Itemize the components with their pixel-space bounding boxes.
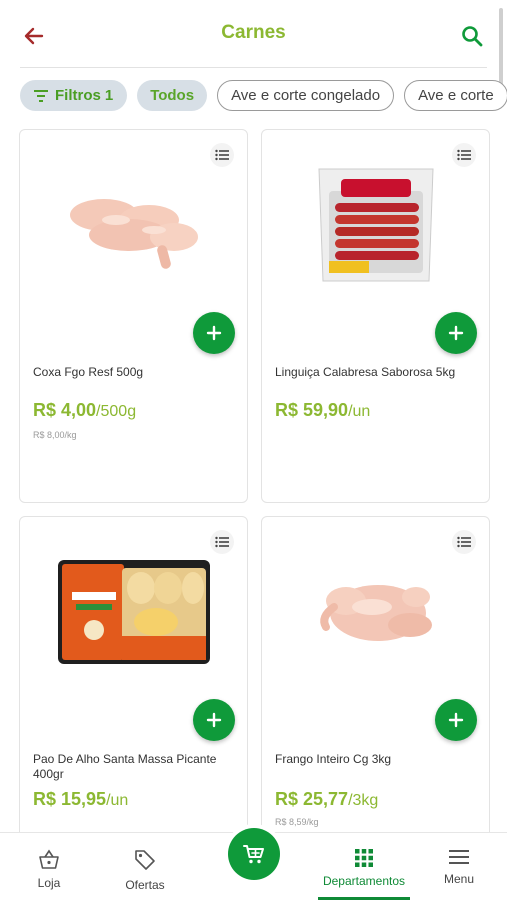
scrollbar[interactable]: [499, 8, 503, 88]
nav-label: Menu: [443, 872, 475, 886]
chip-ave-e-corte[interactable]: Ave e corte: [404, 80, 507, 111]
product-price: R$ 4,00/500g: [33, 400, 136, 421]
plus-icon: [206, 712, 222, 728]
product-image-whole-chicken[interactable]: [292, 547, 460, 677]
product-card[interactable]: Linguiça Calabresa Saborosa 5kg R$ 59,90…: [261, 129, 490, 503]
header-divider: [20, 67, 487, 68]
cart-button[interactable]: [228, 828, 280, 880]
filter-chips: Filtros 1 Todos Ave e corte congelado Av…: [20, 80, 507, 112]
chip-todos[interactable]: Todos: [137, 80, 208, 111]
filter-icon: [34, 89, 48, 102]
price-value: R$ 15,95: [33, 789, 107, 809]
plus-icon: [448, 712, 464, 728]
nav-item-menu[interactable]: Menu: [436, 833, 482, 900]
price-value: R$ 25,77: [275, 789, 349, 809]
add-to-cart-button[interactable]: [435, 699, 477, 741]
nav-item-loja[interactable]: Loja: [22, 833, 76, 900]
chip-ave-e-corte-congelado[interactable]: Ave e corte congelado: [217, 80, 395, 111]
filters-chip[interactable]: Filtros 1: [20, 80, 128, 111]
list-icon: [215, 536, 229, 548]
grid-icon: [355, 849, 373, 867]
basket-icon: [39, 849, 59, 869]
product-price: R$ 15,95/un: [33, 789, 128, 810]
product-name[interactable]: Frango Inteiro Cg 3kg: [275, 752, 475, 767]
unit-price: R$ 8,00/kg: [33, 430, 77, 440]
cart-icon: [243, 845, 264, 864]
unit-price: R$ 8,59/kg: [275, 817, 319, 827]
add-to-cart-button[interactable]: [435, 312, 477, 354]
product-image-garlic-bread[interactable]: [56, 547, 212, 677]
app: Carnes Filtros 1 Todos Ave e corte conge…: [0, 0, 507, 900]
top-bar: Carnes: [0, 0, 507, 68]
product-name[interactable]: Pao De Alho Santa Massa Picante 400gr: [33, 752, 233, 782]
add-to-cart-button[interactable]: [193, 312, 235, 354]
nav-label: Departamentos: [322, 874, 406, 888]
product-price: R$ 59,90/un: [275, 400, 370, 421]
tag-icon: [135, 850, 155, 870]
product-price: R$ 25,77/3kg: [275, 789, 378, 810]
price-unit: /un: [106, 792, 129, 809]
filters-chip-label: Filtros: [55, 87, 101, 104]
nav-label: Ofertas: [125, 878, 165, 892]
price-unit: /3kg: [348, 792, 379, 809]
product-name[interactable]: Coxa Fgo Resf 500g: [33, 365, 233, 380]
price-value: R$ 59,90: [275, 400, 349, 420]
plus-icon: [206, 325, 222, 341]
page-title: Carnes: [221, 22, 286, 43]
add-to-list-button[interactable]: [210, 530, 234, 554]
plus-icon: [448, 325, 464, 341]
filters-chip-count: 1: [104, 87, 114, 104]
product-image-chicken-thigh[interactable]: [50, 160, 218, 290]
add-to-cart-button[interactable]: [193, 699, 235, 741]
price-unit: /500g: [96, 403, 137, 420]
product-card[interactable]: Coxa Fgo Resf 500g R$ 4,00/500g R$ 8,00/…: [19, 129, 248, 503]
price-value: R$ 4,00: [33, 400, 97, 420]
nav-label: Loja: [37, 876, 61, 890]
product-name[interactable]: Linguiça Calabresa Saborosa 5kg: [275, 365, 475, 380]
nav-item-ofertas[interactable]: Ofertas: [114, 833, 176, 900]
search-icon: [462, 26, 483, 47]
nav-item-departamentos[interactable]: Departamentos: [318, 833, 410, 900]
menu-icon: [449, 850, 469, 864]
search-button[interactable]: [456, 20, 488, 52]
price-unit: /un: [348, 403, 371, 420]
product-image-sausage-pack[interactable]: [292, 160, 460, 290]
